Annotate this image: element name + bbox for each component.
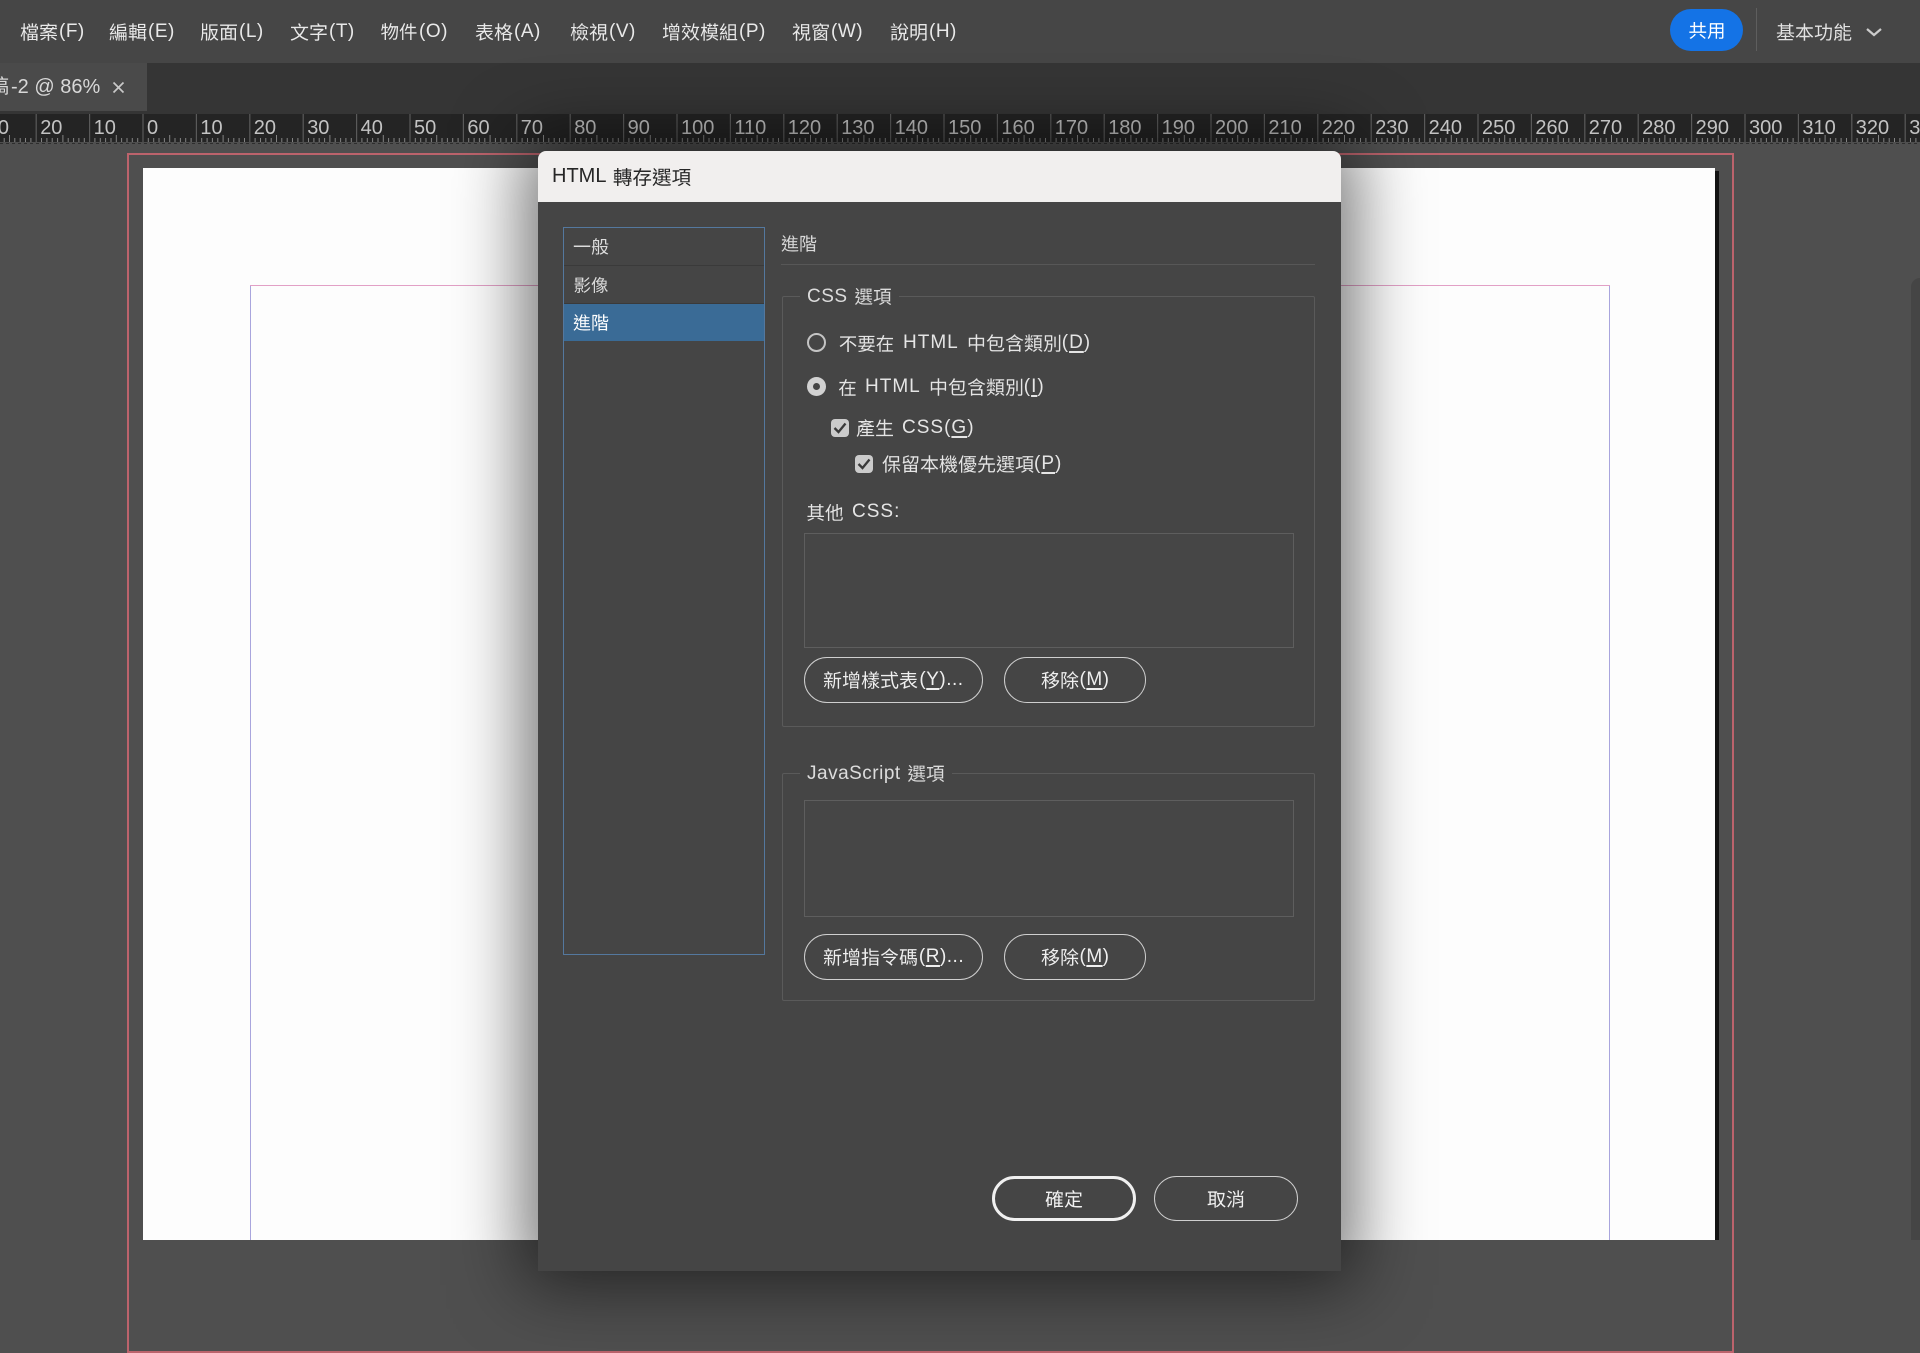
svg-text:140: 140 bbox=[895, 117, 928, 139]
svg-text:310: 310 bbox=[1802, 117, 1835, 139]
svg-text:230: 230 bbox=[1375, 117, 1408, 139]
svg-text:210: 210 bbox=[1268, 117, 1301, 139]
svg-text:40: 40 bbox=[361, 117, 383, 139]
svg-text:20: 20 bbox=[40, 117, 62, 139]
svg-text:150: 150 bbox=[948, 117, 981, 139]
svg-text:80: 80 bbox=[574, 117, 596, 139]
svg-text:270: 270 bbox=[1589, 117, 1622, 139]
svg-text:250: 250 bbox=[1482, 117, 1515, 139]
svg-text:120: 120 bbox=[788, 117, 821, 139]
svg-text:320: 320 bbox=[1856, 117, 1889, 139]
svg-text:160: 160 bbox=[1001, 117, 1034, 139]
svg-text:30: 30 bbox=[307, 117, 329, 139]
svg-text:60: 60 bbox=[467, 117, 489, 139]
svg-text:10: 10 bbox=[200, 117, 222, 139]
svg-text:290: 290 bbox=[1696, 117, 1729, 139]
svg-text:20: 20 bbox=[254, 117, 276, 139]
svg-text:330: 330 bbox=[1909, 117, 1920, 139]
svg-text:110: 110 bbox=[734, 117, 766, 139]
svg-text:70: 70 bbox=[521, 117, 543, 139]
svg-text:260: 260 bbox=[1535, 117, 1568, 139]
svg-text:90: 90 bbox=[628, 117, 650, 139]
svg-text:170: 170 bbox=[1055, 117, 1088, 139]
svg-text:10: 10 bbox=[94, 117, 116, 139]
svg-text:300: 300 bbox=[1749, 117, 1782, 139]
svg-text:280: 280 bbox=[1642, 117, 1675, 139]
svg-text:0: 0 bbox=[147, 117, 158, 139]
svg-text:190: 190 bbox=[1162, 117, 1195, 139]
svg-text:200: 200 bbox=[1215, 117, 1248, 139]
svg-text:50: 50 bbox=[414, 117, 436, 139]
svg-text:100: 100 bbox=[681, 117, 714, 139]
svg-text:220: 220 bbox=[1322, 117, 1355, 139]
svg-text:240: 240 bbox=[1429, 117, 1462, 139]
svg-text:180: 180 bbox=[1108, 117, 1141, 139]
svg-text:130: 130 bbox=[841, 117, 874, 139]
svg-text:30: 30 bbox=[0, 117, 9, 139]
